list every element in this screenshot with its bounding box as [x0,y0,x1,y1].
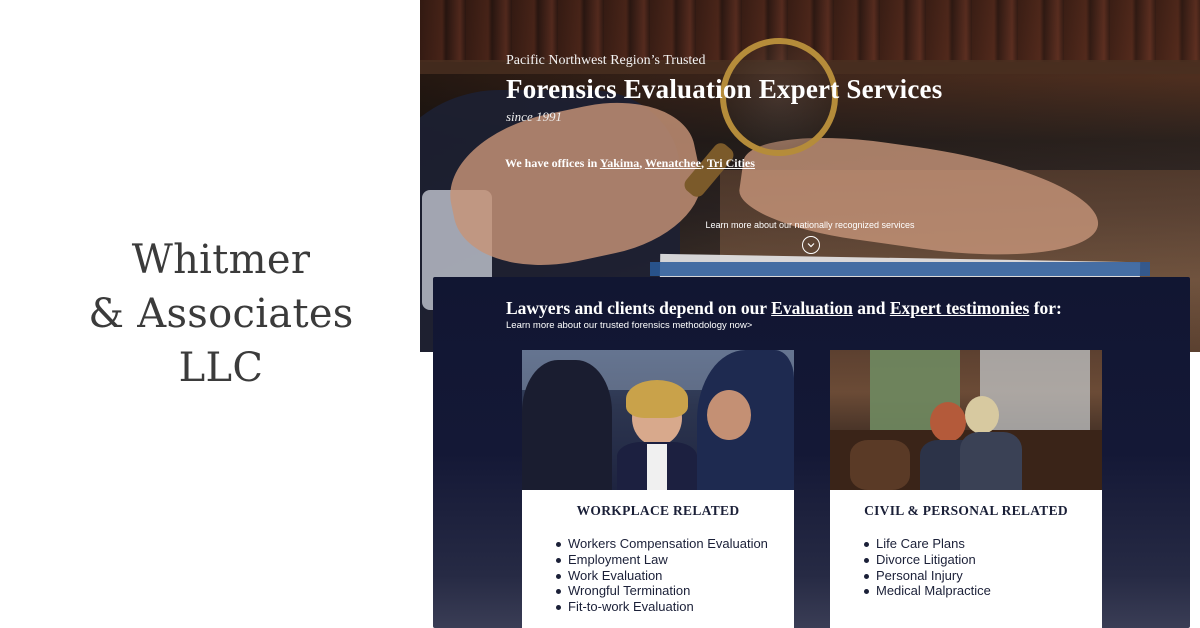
hero-eyebrow: Pacific Northwest Region’s Trusted [506,53,706,68]
learn-more-services-link[interactable]: Learn more about our nationally recogniz… [670,220,950,230]
services-panel: Lawyers and clients depend on our Evalua… [433,277,1190,628]
evaluation-link[interactable]: Evaluation [771,298,853,318]
list-item: Personal Injury [864,568,1102,584]
office-link-wenatchee[interactable]: Wenatchee [645,156,701,170]
list-item: Workers Compensation Evaluation [556,536,794,552]
list-item: Medical Malpractice [864,583,1102,599]
office-link-tri-cities[interactable]: Tri Cities [707,156,755,170]
methodology-link[interactable]: Learn more about our trusted forensics m… [506,320,752,331]
brand-line-3: LLC [178,345,264,391]
chevron-down-icon [807,243,815,248]
hero-heading-group: Pacific Northwest Region’s Trusted Foren… [506,52,1186,126]
company-logo-text[interactable]: Whitmer & Associates LLC [88,233,353,395]
scroll-down-button[interactable] [802,236,820,254]
workplace-card[interactable]: WORKPLACE RELATED Workers Compensation E… [522,350,794,628]
brand-line-2: & Associates [88,291,354,337]
civil-personal-photo [830,350,1102,490]
workplace-services-list: Workers Compensation Evaluation Employme… [522,536,794,615]
workplace-photo [522,350,794,490]
hero-since: since 1991 [506,109,562,124]
hero-title: Forensics Evaluation Expert Services [506,74,943,104]
heading-mid: and [852,298,890,318]
list-item: Life Care Plans [864,536,1102,552]
workplace-card-title: WORKPLACE RELATED [576,503,740,518]
expert-testimonies-link[interactable]: Expert testimonies [890,298,1030,318]
offices-line: We have offices in Yakima, Wenatchee, Tr… [505,155,755,171]
heading-suffix: for: [1029,298,1062,318]
list-item: Divorce Litigation [864,552,1102,568]
heading-prefix: Lawyers and clients depend on our [506,298,772,318]
civil-personal-card-title: CIVIL & PERSONAL RELATED [864,503,1068,518]
list-item: Employment Law [556,552,794,568]
list-item: Fit-to-work Evaluation [556,599,794,615]
brand-line-1: Whitmer [131,237,311,283]
folder-shape [650,262,1150,276]
office-link-yakima[interactable]: Yakima [600,156,639,170]
services-heading: Lawyers and clients depend on our Evalua… [506,297,1166,319]
list-item: Wrongful Termination [556,583,794,599]
civil-personal-card[interactable]: CIVIL & PERSONAL RELATED Life Care Plans… [830,350,1102,628]
civil-personal-services-list: Life Care Plans Divorce Litigation Perso… [830,536,1102,599]
brand-panel: Whitmer & Associates LLC [0,0,420,628]
list-item: Work Evaluation [556,568,794,584]
offices-prefix: We have offices in [505,156,600,170]
